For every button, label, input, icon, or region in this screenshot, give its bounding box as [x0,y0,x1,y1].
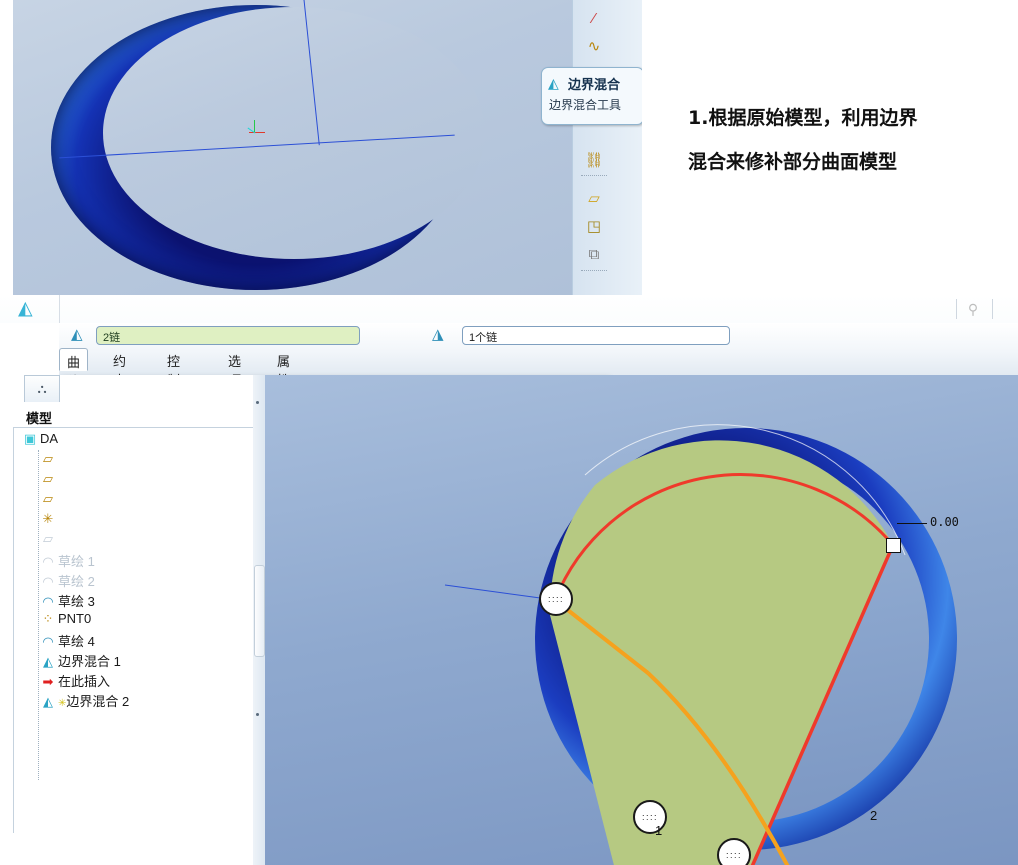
tree-item-label: 草绘 3 [58,594,95,609]
tree-item-label: 在此插入 [58,674,111,689]
tree-item-datum-plane-1[interactable]: ▱ [38,451,58,471]
model-tree-body[interactable]: ▣ DA ▱ ▱ ▱ ✳ ▱ ◠ 草绘 1 ◠ 草绘 2 ◠ 草绘 3 ⁘ PNT0 ◠ 草… [13,427,254,859]
insert-here-icon: ➡ [42,674,54,689]
toolbar-divider [992,299,993,319]
tree-item-boundary-blend-2[interactable]: ◭ ✳边界混合 2 [38,691,129,711]
tree-item-sketch-3[interactable]: ◠ 草绘 3 [38,591,95,611]
chain-label-1: 1 [655,823,663,838]
datum-plane-icon: ▱ [43,531,53,546]
boundary-blend-tooltip: ◭ 边界混合 边界混合工具 [541,67,644,125]
model-tree-panel: ⛬ 模型 ▣DA ▱ ▱ ▱ ✳ ▱ ◠ 草绘 1 ◠ 草绘 2 ◠ 草绘 3 [0,375,254,865]
drag-handle-2[interactable]: :::: [717,838,751,865]
datum-plane-icon: ▱ [43,491,53,506]
copy-surface-icon[interactable]: ⧉ [581,242,607,266]
handle-dots: :::: [641,812,658,822]
sketch-icon: ◠ [42,554,54,569]
tab-constraints[interactable]: 约束 [106,348,133,388]
endpoint-handle-top[interactable] [886,538,901,553]
dimension-leader-top [897,523,927,524]
graphics-view[interactable]: :::: :::: :::: :::: 0.00 0.00 1 2 野火论坛 w… [265,375,1018,865]
handle-dots: :::: [547,594,564,604]
tree-item-sketch-2[interactable]: ◠ 草绘 2 [38,571,95,591]
tab-options[interactable]: 选项 [221,348,248,388]
boundary-blend-preview [444,424,906,865]
toolbar-divider [59,295,60,323]
boundary-blend-dashboard: ◭ 2链 ◮ 1个链 曲线 约束 控制点 选项 属性 [59,323,1018,407]
toolbar-divider [581,270,607,271]
tooltip-title: 边界混合 [568,77,621,92]
tree-item-label: 草绘 2 [58,574,95,589]
annotation-line-2: 混合来修补部分曲面模型 [688,151,898,173]
offset-surface-icon[interactable]: ◳ [581,214,607,238]
chain-label-2: 2 [870,808,878,823]
datum-plane-icon: ▱ [43,471,53,486]
first-direction-collector[interactable]: 2链 [96,326,360,345]
sketch-icon: ◠ [42,574,54,589]
sketch-icon: ◠ [42,634,54,649]
datum-plane-icon: ▱ [43,451,53,466]
tree-item-coord-system[interactable]: ✳ [38,511,58,531]
dimension-tool-icon[interactable]: ⚲ [962,298,984,320]
boundary-blend-icon: ◭ [43,694,53,709]
sketch-icon: ◠ [42,594,54,609]
splitter-dot [256,713,259,716]
handle-dots: :::: [725,850,742,860]
splitter-dot [256,401,259,404]
part-icon: ▣ [23,431,37,446]
second-direction-collector[interactable]: 1个链 [462,326,730,345]
tree-item-label: 边界混合 1 [58,654,121,669]
app-top-bar: ◭ ⚲ [0,295,1018,323]
boundary-blend-icon: ◭ [18,298,33,319]
tree-item-insert-here[interactable]: ➡ 在此插入 [38,671,110,691]
coordinate-system-icon [241,118,275,146]
chain-icon[interactable]: ⛓ [581,148,607,172]
tab-curves[interactable]: 曲线 [59,348,89,389]
tree-item-boundary-blend-1[interactable]: ◭ 边界混合 1 [38,651,121,671]
second-direction-icon: ◮ [432,326,444,343]
tree-item-sketch-4[interactable]: ◠ 草绘 4 [38,631,95,651]
tree-item-label: DA [40,431,59,446]
datum-curve-icon[interactable]: ⁄ [581,6,607,30]
tab-properties[interactable]: 属性 [270,348,297,388]
tree-item-label: 草绘 4 [58,634,95,649]
annotation-note: 1.根据原始模型，利用边界 混合来修补部分曲面模型 [688,96,988,184]
first-direction-icon: ◭ [71,326,83,343]
torus-hole [103,7,485,259]
boundary-blend-icon: ◭ [43,654,53,669]
torus-model [51,5,485,290]
boundary-blend-icon: ◭ [548,75,559,91]
datum-point-icon: ⁘ [42,611,54,626]
model-tree-title: 模型 [26,411,53,426]
tree-item-label: PNT0 [58,611,92,626]
panel-splitter[interactable] [253,375,265,865]
tooltip-subtitle: 边界混合工具 [549,98,622,112]
tree-item-part[interactable]: ▣ DA [20,431,58,451]
toolbar-divider [956,299,957,319]
spline-curve-icon[interactable]: ∿ [581,34,607,58]
annotation-line-1: 1.根据原始模型，利用边界 [688,107,918,129]
tab-control-points[interactable]: 控制点 [160,348,187,407]
dimension-top-right[interactable]: 0.00 [930,515,959,529]
tree-item-datum-plane-2[interactable]: ▱ [38,471,58,491]
drag-handle-4[interactable]: :::: [539,582,573,616]
tree-item-datum-point[interactable]: ⁘ PNT0 [38,611,92,631]
toolbar-divider [581,175,607,176]
tree-structure-icon[interactable]: ⛬ [24,375,60,402]
tree-item-sketch-1[interactable]: ◠ 草绘 1 [38,551,95,571]
tree-item-label: 边界混合 2 [66,694,130,709]
coord-system-icon: ✳ [42,511,54,526]
tree-item-datum-plane-3[interactable]: ▱ [38,491,58,511]
fill-surface-icon[interactable]: ▱ [581,186,607,210]
creo-application-window: ◭ ⚲ ◭ 2链 ◮ 1个链 曲线 约束 控制点 选项 属性 第一方向 1 链 [0,295,1018,865]
splitter-grip[interactable] [254,565,265,657]
tree-item-datum-plane-4[interactable]: ▱ [38,531,58,551]
surface-toolbar[interactable]: ⁄ ∿ ✕ ⛓ ▱ ◳ ⧉ ◰ ◭ ◠ ◑ ◿ ▦ [572,0,643,295]
top-viewport: ⁄ ∿ ✕ ⛓ ▱ ◳ ⧉ ◰ ◭ ◠ ◑ ◿ ▦ ◭ 边界混合 边界混合工具 … [0,0,1018,295]
top-graphics-area[interactable] [13,0,642,295]
tree-panel-footer [0,833,253,865]
tree-item-label: 草绘 1 [58,554,95,569]
